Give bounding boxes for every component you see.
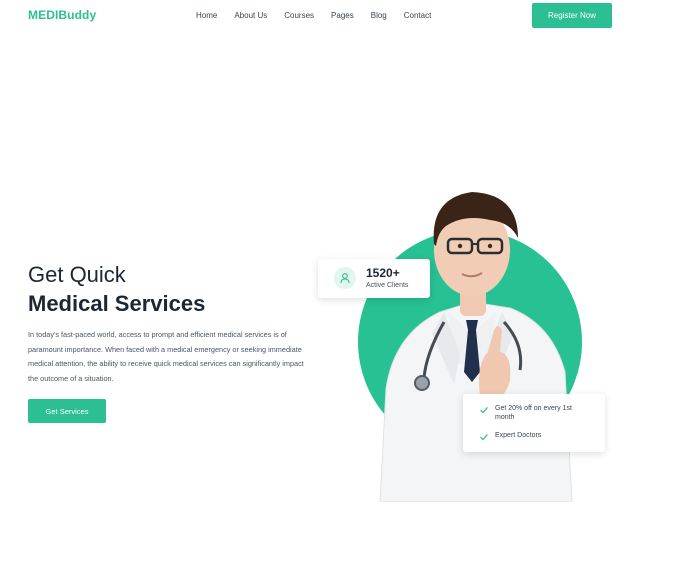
active-clients-card: 1520+ Active Clients	[318, 259, 430, 298]
hero-title-line1: Get Quick	[28, 262, 126, 287]
offer-item-text: Get 20% off on every 1st month	[495, 405, 572, 421]
user-icon	[334, 267, 356, 289]
nav-pages[interactable]: Pages	[331, 11, 354, 21]
offer-item: Expert Doctors	[479, 431, 590, 442]
check-icon	[480, 434, 488, 441]
site-logo[interactable]: MEDIBuddy	[28, 8, 96, 22]
nav-courses[interactable]: Courses	[284, 11, 314, 21]
hero-title-line2: Medical Services	[28, 291, 206, 316]
register-now-button[interactable]: Register Now	[532, 3, 612, 28]
active-clients-count: 1520+	[366, 266, 400, 280]
nav-contact[interactable]: Contact	[404, 11, 432, 21]
get-services-button[interactable]: Get Services	[28, 399, 106, 423]
offer-item-text: Expert Doctors	[495, 432, 542, 439]
nav-home[interactable]: Home	[196, 11, 217, 21]
active-clients-label: Active Clients	[366, 282, 409, 289]
check-icon	[480, 407, 488, 414]
offer-card: Get 20% off on every 1st month Expert Do…	[463, 394, 605, 452]
offer-item: Get 20% off on every 1st month	[479, 404, 590, 422]
hero-description: In today's fast-paced world, access to p…	[28, 330, 304, 383]
doctor-image	[379, 192, 573, 502]
nav-blog[interactable]: Blog	[371, 11, 387, 21]
nav-about-us[interactable]: About Us	[234, 11, 267, 21]
main-nav: Home About Us Courses Pages Blog Contact	[196, 11, 448, 21]
